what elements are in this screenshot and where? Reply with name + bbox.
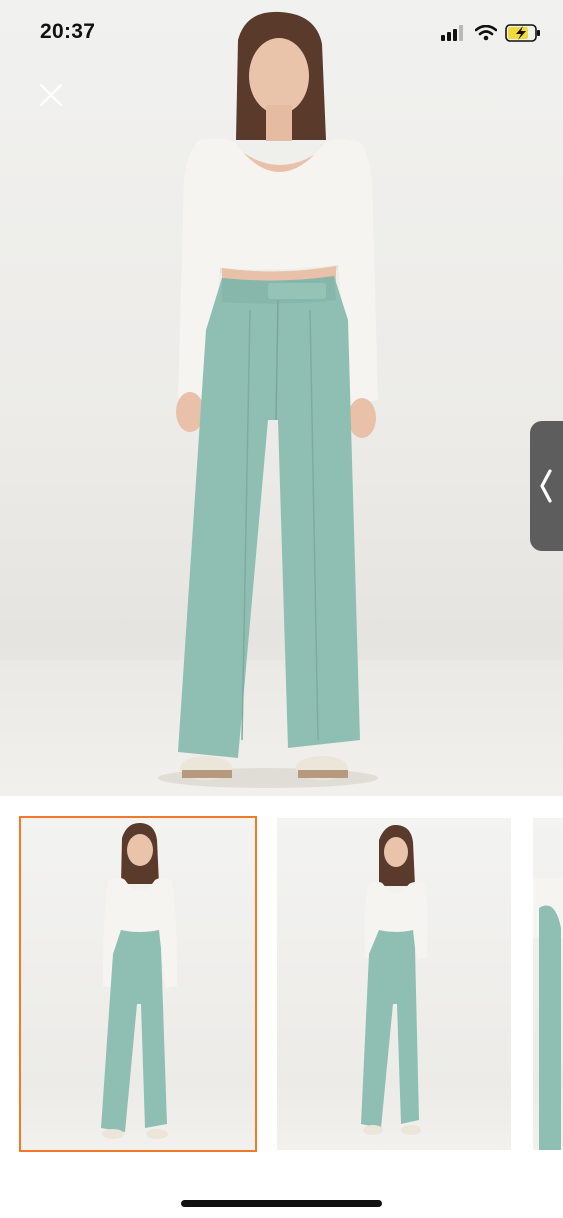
close-button[interactable] [36,80,66,110]
product-main-image[interactable] [0,0,563,796]
side-panel-handle[interactable] [530,421,563,551]
thumbnail-3-image [533,878,563,1150]
battery-charging-icon [505,24,540,42]
thumbnail-2-image [361,824,428,1135]
wifi-icon [475,25,497,41]
chevron-left-icon [540,469,552,503]
thumbnail-3[interactable] [533,818,563,1150]
thumbnail-1[interactable] [19,816,257,1152]
status-bar: 20:37 [0,0,563,66]
thumbnail-1-image [101,822,177,1139]
model-photo [158,11,378,788]
status-time: 20:37 [40,20,96,43]
thumbnail-strip[interactable] [0,816,563,1154]
status-icons [441,22,541,44]
home-indicator[interactable] [181,1200,382,1207]
signal-icon [441,25,463,41]
close-icon [39,83,63,107]
thumbnail-2[interactable] [277,818,511,1150]
